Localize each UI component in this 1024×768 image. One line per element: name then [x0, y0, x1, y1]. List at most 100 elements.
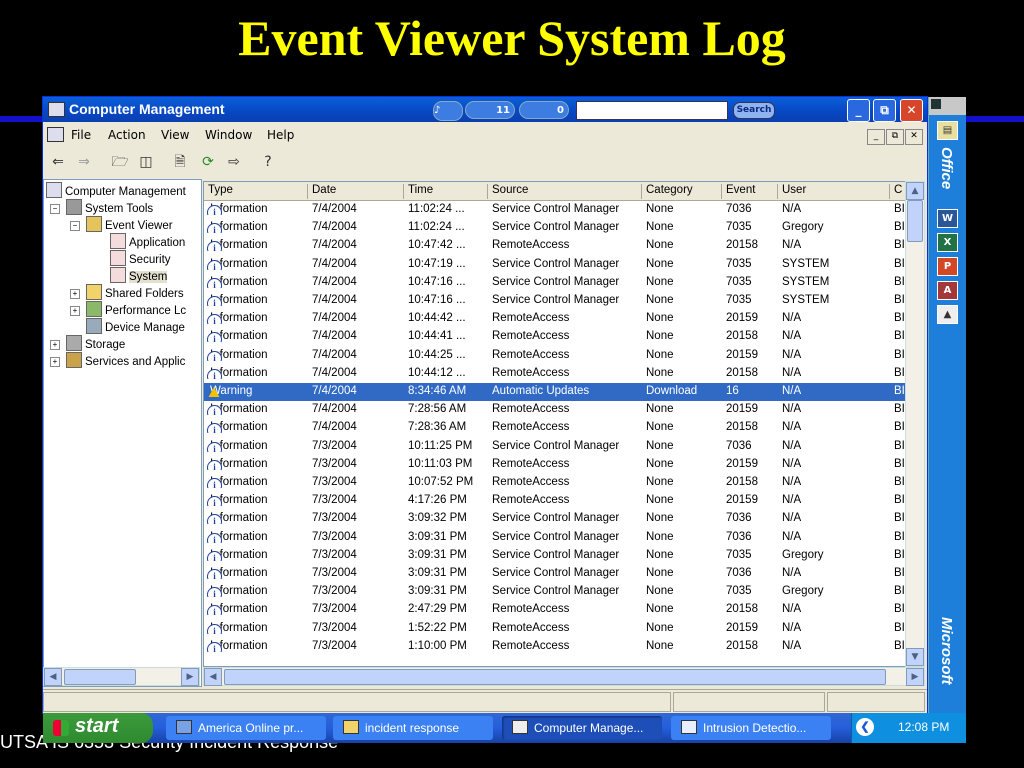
collapse-system-tools[interactable]: − — [50, 204, 60, 214]
refresh-icon[interactable]: ⟳ — [197, 152, 219, 172]
mail-count[interactable]: 11 — [465, 101, 515, 119]
access-icon[interactable]: A — [937, 281, 958, 300]
tree-event-viewer[interactable]: Event Viewer — [86, 216, 173, 232]
tree-system[interactable]: System — [110, 267, 168, 283]
mdi-restore-button[interactable]: ⧉ — [886, 129, 904, 145]
column-event[interactable]: Event — [722, 184, 778, 199]
scroll-thumb[interactable] — [907, 200, 923, 242]
tree-services-and-applications[interactable]: Services and Applic — [66, 352, 185, 368]
powerpoint-icon[interactable]: P — [937, 257, 958, 276]
tree-performance-logs[interactable]: Performance Lc — [86, 301, 186, 317]
menu-file[interactable]: File — [71, 128, 91, 142]
tree-security[interactable]: Security — [110, 250, 171, 266]
task-aol[interactable]: America Online pr... — [166, 716, 326, 740]
table-row[interactable]: i Information 7/3/2004 3:09:31 PM Service Co… — [204, 583, 906, 601]
document-icon[interactable] — [47, 127, 64, 142]
column-category[interactable]: Category — [642, 184, 722, 199]
folder-icon[interactable]: ▤ — [937, 121, 958, 140]
task-incident-response[interactable]: incident response — [333, 716, 493, 740]
media-icon[interactable]: ♪ — [433, 101, 463, 121]
tree-shared-folders[interactable]: Shared Folders — [86, 284, 184, 300]
tree-application[interactable]: Application — [110, 233, 185, 249]
table-row[interactable]: i Information 7/4/2004 10:44:25 ... RemoteAc… — [204, 347, 906, 365]
menu-view[interactable]: View — [161, 128, 189, 142]
task-computer-management[interactable]: Computer Manage... — [502, 716, 662, 740]
table-row[interactable]: i Information 7/4/2004 10:44:12 ... RemoteAc… — [204, 365, 906, 383]
tree-device-manager[interactable]: Device Manage — [86, 318, 185, 334]
table-row[interactable]: i Information 7/3/2004 3:09:32 PM Service Co… — [204, 510, 906, 528]
table-row[interactable]: i Information 7/3/2004 3:09:31 PM Service Co… — [204, 565, 906, 583]
scroll-right-icon[interactable]: ▶ — [181, 668, 199, 686]
forward-arrow-icon[interactable]: ⇒ — [73, 152, 95, 172]
show-hidden-icons-button[interactable]: ❮ — [856, 718, 874, 736]
menu-window[interactable]: Window — [205, 128, 252, 142]
expand-shared-folders[interactable]: + — [70, 289, 80, 299]
properties-icon[interactable]: 🗎 — [169, 152, 191, 172]
tree-horizontal-scrollbar[interactable]: ◀ ▶ — [43, 667, 200, 686]
table-row[interactable]: i Information 7/4/2004 10:47:16 ... Service … — [204, 274, 906, 292]
table-row[interactable]: i Information 7/3/2004 10:11:25 PM Service C… — [204, 438, 906, 456]
restore-button[interactable]: ⧉ — [873, 99, 896, 122]
up-folder-icon[interactable]: 🗁 — [109, 152, 131, 172]
tree-storage[interactable]: Storage — [66, 335, 125, 351]
table-row[interactable]: i Information 7/3/2004 4:17:26 PM RemoteAcce… — [204, 492, 906, 510]
menu-help[interactable]: Help — [267, 128, 294, 142]
table-row[interactable]: i Information 7/3/2004 2:47:29 PM RemoteAcce… — [204, 601, 906, 619]
column-type[interactable]: Type — [204, 184, 308, 199]
word-icon[interactable]: W — [937, 209, 958, 228]
expand-services[interactable]: + — [50, 357, 60, 367]
scroll-thumb[interactable] — [64, 669, 136, 685]
table-row[interactable]: i Information 7/4/2004 10:44:42 ... RemoteAc… — [204, 310, 906, 328]
start-button[interactable]: start — [43, 713, 153, 743]
help-icon[interactable]: ? — [257, 152, 279, 172]
scroll-right-icon[interactable]: ▶ — [906, 668, 924, 686]
table-row[interactable]: i Information 7/4/2004 10:47:42 ... RemoteAc… — [204, 237, 906, 255]
table-row[interactable]: i Information 7/3/2004 10:11:03 PM RemoteAcc… — [204, 456, 906, 474]
scroll-left-icon[interactable]: ◀ — [204, 668, 222, 686]
menu-action[interactable]: Action — [108, 128, 146, 142]
tree-system-tools[interactable]: System Tools — [66, 199, 153, 215]
table-row[interactable]: i Information 7/4/2004 11:02:24 ... Service … — [204, 219, 906, 237]
scroll-thumb[interactable] — [224, 669, 886, 685]
minimize-button[interactable]: _ — [847, 99, 870, 122]
collapse-event-viewer[interactable]: − — [70, 221, 80, 231]
table-row[interactable]: i Information 7/4/2004 7:28:36 AM RemoteAcce… — [204, 419, 906, 437]
mdi-minimize-button[interactable]: _ — [867, 129, 885, 145]
show-tree-icon[interactable]: ◫ — [135, 152, 157, 172]
back-arrow-icon[interactable]: ⇐ — [47, 152, 69, 172]
event-list-vertical-scrollbar[interactable]: ▲ ▼ — [905, 181, 925, 667]
table-row[interactable]: Warning 7/4/2004 8:34:46 AM Automatic Updat… — [204, 383, 906, 401]
column-date[interactable]: Date — [308, 184, 404, 199]
scroll-up-icon[interactable]: ▲ — [906, 182, 924, 200]
column-source[interactable]: Source — [488, 184, 642, 199]
table-row[interactable]: i Information 7/4/2004 7:28:56 AM RemoteAcce… — [204, 401, 906, 419]
event-list-horizontal-scrollbar[interactable]: ◀ ▶ — [203, 667, 925, 686]
table-row[interactable]: i Information 7/4/2004 11:02:24 ... Service … — [204, 201, 906, 219]
table-row[interactable]: i Information 7/4/2004 10:47:16 ... Service … — [204, 292, 906, 310]
column-computer[interactable]: C — [890, 184, 906, 199]
expand-storage[interactable]: + — [50, 340, 60, 350]
clock[interactable]: 12:08 PM — [898, 720, 949, 734]
column-user[interactable]: User — [778, 184, 890, 199]
export-list-icon[interactable]: ⇨ — [223, 152, 245, 172]
title-bar[interactable]: Computer Management ♪ 11 0 Search _ ⧉ ✕ — [43, 97, 927, 122]
column-time[interactable]: Time — [404, 184, 488, 199]
excel-icon[interactable]: X — [937, 233, 958, 252]
search-input[interactable] — [576, 101, 728, 120]
search-button[interactable]: Search — [733, 102, 775, 119]
messenger-count[interactable]: 0 — [519, 101, 569, 119]
table-row[interactable]: i Information 7/3/2004 3:09:31 PM Service Co… — [204, 547, 906, 565]
table-row[interactable]: i Information 7/3/2004 3:09:31 PM Service Co… — [204, 529, 906, 547]
tree-computer-management[interactable]: Computer Management — [46, 182, 186, 198]
table-row[interactable]: i Information 7/3/2004 1:10:00 PM RemoteAcce… — [204, 638, 906, 656]
scroll-down-icon[interactable]: ▼ — [906, 648, 924, 666]
table-row[interactable]: i Information 7/4/2004 10:47:19 ... Service … — [204, 256, 906, 274]
table-row[interactable]: i Information 7/3/2004 10:07:52 PM RemoteAcc… — [204, 474, 906, 492]
triangle-icon[interactable]: ▲ — [937, 305, 958, 324]
table-row[interactable]: i Information 7/3/2004 1:52:22 PM RemoteAcce… — [204, 620, 906, 638]
scroll-left-icon[interactable]: ◀ — [44, 668, 62, 686]
expand-performance[interactable]: + — [70, 306, 80, 316]
close-button[interactable]: ✕ — [900, 99, 923, 122]
mdi-close-button[interactable]: ✕ — [905, 129, 923, 145]
task-intrusion-detection[interactable]: Intrusion Detectio... — [671, 716, 831, 740]
